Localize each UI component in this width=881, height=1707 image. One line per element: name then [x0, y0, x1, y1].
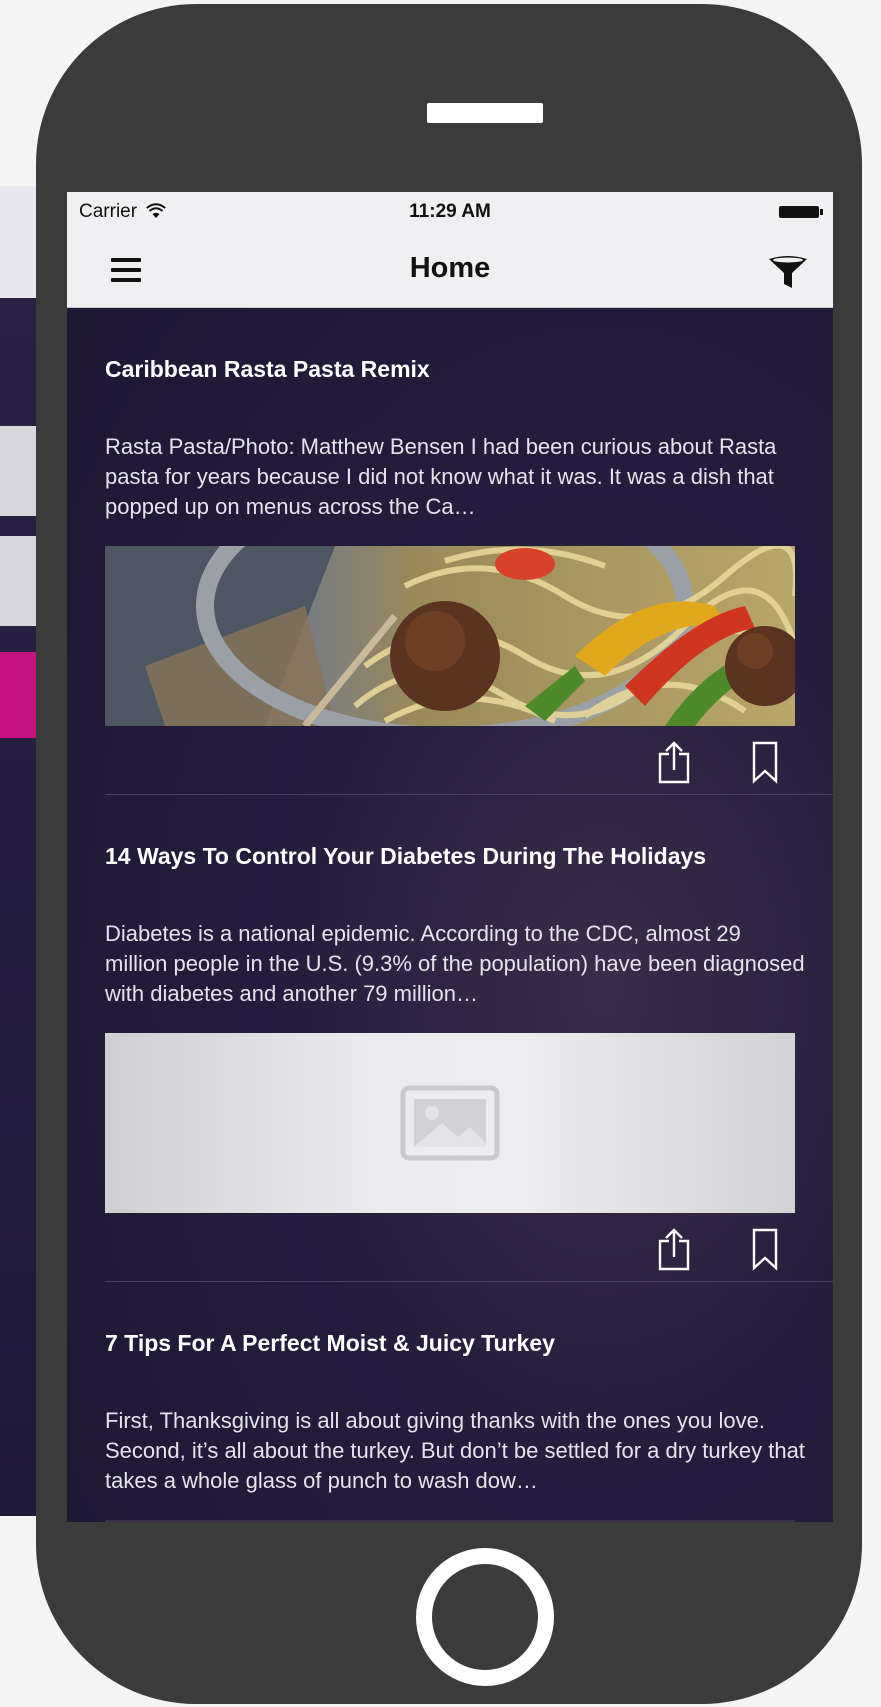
article-excerpt: First, Thanksgiving is all about giving …	[105, 1408, 805, 1493]
home-button[interactable]	[416, 1548, 554, 1686]
navigation-bar: Home	[67, 232, 833, 308]
status-bar: Carrier 11:29 AM	[67, 192, 833, 232]
bookmark-icon[interactable]	[751, 740, 779, 784]
article-title[interactable]: Caribbean Rasta Pasta Remix	[105, 356, 805, 383]
page-title: Home	[409, 252, 491, 284]
article-card[interactable]: 7 Tips For A Perfect Moist & Juicy Turke…	[67, 1282, 833, 1522]
image-placeholder-icon	[400, 1085, 500, 1161]
phone-speaker	[427, 103, 543, 123]
status-time: 11:29 AM	[409, 201, 491, 222]
article-excerpt: Diabetes is a national epidemic. Accordi…	[105, 921, 805, 1006]
share-icon[interactable]	[657, 740, 691, 784]
phone-screen: Carrier 11:29 AM Home Caribbean Rasta Pa…	[67, 192, 833, 1522]
background-accent-strip	[0, 652, 40, 738]
article-feed: Caribbean Rasta Pasta Remix Rasta Pasta/…	[67, 308, 833, 1522]
article-excerpt: Rasta Pasta/Photo: Matthew Bensen I had …	[105, 434, 777, 519]
share-icon[interactable]	[657, 1227, 691, 1271]
article-title[interactable]: 14 Ways To Control Your Diabetes During …	[105, 843, 805, 870]
pasta-photo	[105, 546, 795, 726]
battery-icon	[779, 206, 823, 218]
article-card[interactable]: 14 Ways To Control Your Diabetes During …	[67, 795, 833, 1282]
article-image-pasta[interactable]	[105, 546, 795, 726]
article-title[interactable]: 7 Tips For A Perfect Moist & Juicy Turke…	[105, 1330, 805, 1357]
filter-icon[interactable]	[767, 254, 809, 290]
article-image-turkey[interactable]	[105, 1520, 795, 1522]
article-image-placeholder[interactable]	[105, 1033, 795, 1213]
bookmark-icon[interactable]	[751, 1227, 779, 1271]
article-card[interactable]: Caribbean Rasta Pasta Remix Rasta Pasta/…	[67, 308, 833, 795]
